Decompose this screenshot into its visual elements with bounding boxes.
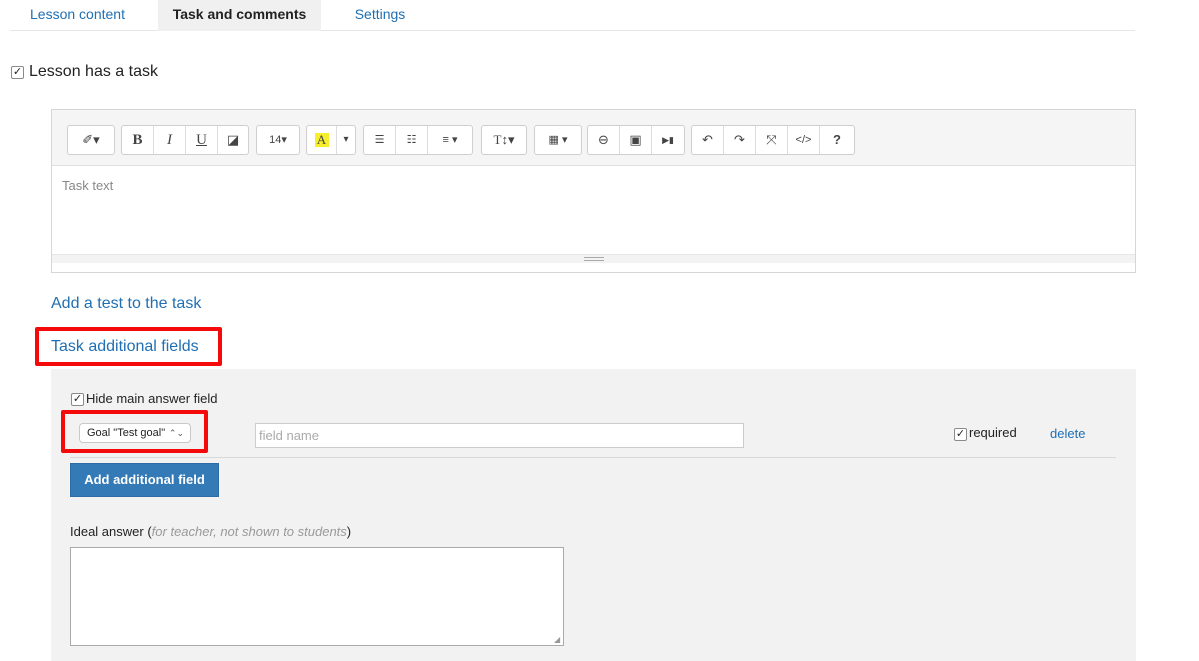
image-icon[interactable]: ▣ — [620, 126, 652, 154]
text-style-group: T↕▾ — [481, 125, 527, 155]
ideal-answer-label: Ideal answer (for teacher, not shown to … — [70, 524, 351, 539]
highlight-dropdown-icon[interactable]: ▾ — [337, 126, 355, 154]
font-style-group: B I U ◪ — [121, 125, 249, 155]
italic-button[interactable]: I — [154, 126, 186, 154]
magic-wand-icon[interactable]: ✐▾ — [68, 126, 114, 154]
textarea-resize-icon[interactable]: ◢ — [554, 636, 562, 644]
font-size-group: 14▾ — [256, 125, 300, 155]
add-test-link[interactable]: Add a test to the task — [51, 295, 201, 313]
table-group: ▦ ▾ — [534, 125, 582, 155]
task-text-editor: ✐▾ B I U ◪ 14▾ A ▾ ☰ ☷ ≡ ▾ T↕▾ ▦ ▾ ⊖ ▣ ▶ — [51, 109, 1136, 273]
task-additional-fields-link[interactable]: Task additional fields — [51, 338, 199, 356]
ideal-answer-hint: for teacher, not shown to students — [151, 524, 347, 539]
insert-group: ⊖ ▣ ▶▮ — [587, 125, 685, 155]
tab-lesson-content[interactable]: Lesson content — [10, 0, 145, 31]
ordered-list-icon[interactable]: ☷ — [396, 126, 428, 154]
ideal-answer-title: Ideal answer — [70, 524, 144, 539]
hide-main-answer-checkbox[interactable]: ✓ — [71, 393, 84, 406]
paragraph-group: ☰ ☷ ≡ ▾ — [363, 125, 473, 155]
fullscreen-icon[interactable]: ⤧ — [756, 126, 788, 154]
task-text-placeholder: Task text — [62, 178, 114, 193]
lesson-has-task-label: Lesson has a task — [29, 63, 158, 80]
lesson-has-task-checkbox[interactable]: ✓ — [11, 66, 24, 79]
ideal-answer-open-paren: ( — [143, 524, 152, 539]
text-style-dropdown-icon[interactable]: T↕▾ — [482, 126, 526, 154]
add-additional-field-button[interactable]: Add additional field — [70, 463, 219, 497]
underline-button[interactable]: U — [186, 126, 218, 154]
redo-icon[interactable]: ↷ — [724, 126, 756, 154]
editor-content-area[interactable]: Task text — [52, 166, 1135, 263]
undo-icon[interactable]: ↶ — [692, 126, 724, 154]
highlight-group: A ▾ — [306, 125, 356, 155]
resize-grip-icon — [584, 257, 604, 261]
unordered-list-icon[interactable]: ☰ — [364, 126, 396, 154]
editor-toolbar: ✐▾ B I U ◪ 14▾ A ▾ ☰ ☷ ≡ ▾ T↕▾ ▦ ▾ ⊖ ▣ ▶ — [52, 110, 1135, 166]
required-checkbox[interactable]: ✓ — [954, 428, 967, 441]
highlight-icon: A — [314, 133, 329, 147]
tab-task-and-comments[interactable]: Task and comments — [158, 0, 321, 31]
ideal-answer-close-paren: ) — [346, 524, 352, 539]
help-icon[interactable]: ? — [820, 126, 854, 154]
ideal-answer-textarea[interactable] — [70, 547, 564, 646]
code-view-icon[interactable]: </> — [788, 126, 820, 154]
font-size-dropdown[interactable]: 14▾ — [257, 126, 299, 154]
required-label: required — [969, 425, 1017, 440]
delete-field-link[interactable]: delete — [1050, 426, 1085, 441]
table-dropdown-icon[interactable]: ▦ ▾ — [535, 126, 581, 154]
hide-main-answer-label: Hide main answer field — [86, 391, 218, 406]
tab-settings[interactable]: Settings — [335, 0, 425, 31]
field-name-input[interactable] — [255, 423, 744, 448]
link-icon[interactable]: ⊖ — [588, 126, 620, 154]
misc-group: ↶ ↷ ⤧ </> ? — [691, 125, 855, 155]
highlight-box-goal-select — [61, 410, 208, 453]
align-dropdown-icon[interactable]: ≡ ▾ — [428, 126, 472, 154]
bold-button[interactable]: B — [122, 126, 154, 154]
eraser-icon[interactable]: ◪ — [218, 126, 248, 154]
editor-resize-bar[interactable] — [52, 254, 1135, 263]
magic-group: ✐▾ — [67, 125, 115, 155]
video-icon[interactable]: ▶▮ — [652, 126, 684, 154]
highlight-button[interactable]: A — [307, 126, 337, 154]
field-row-divider — [70, 457, 1116, 458]
tab-bar: Lesson content Task and comments Setting… — [10, 0, 1135, 31]
